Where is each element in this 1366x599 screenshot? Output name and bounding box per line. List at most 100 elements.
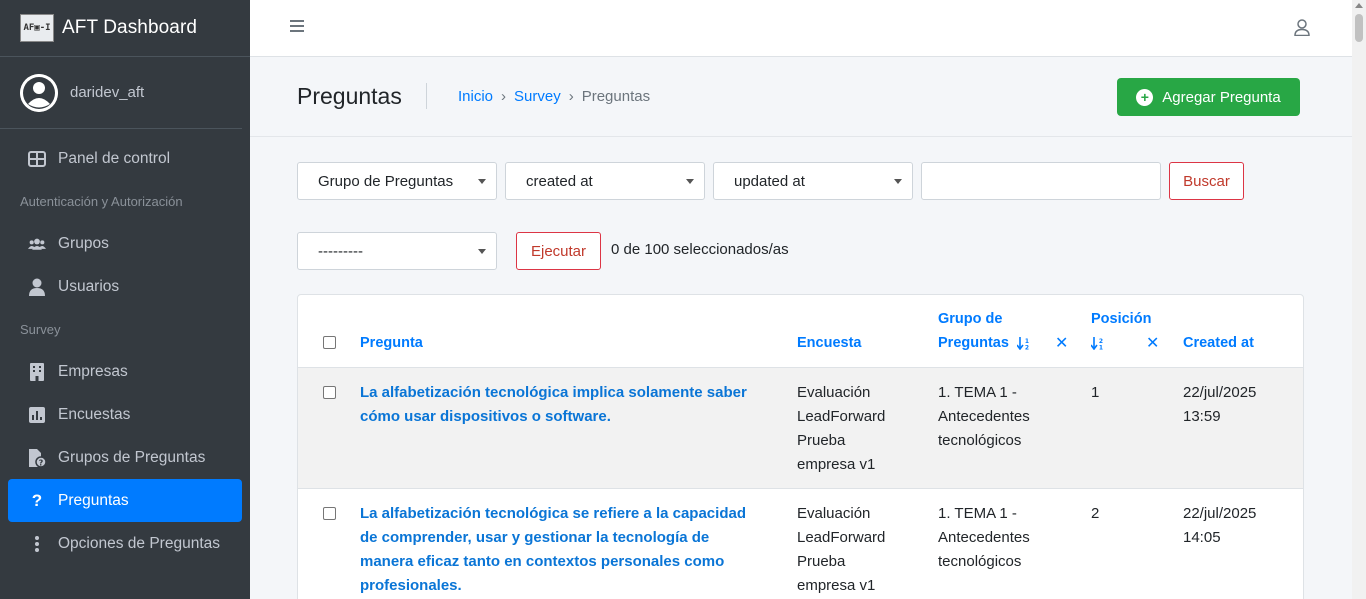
chevron-down-icon bbox=[894, 179, 902, 184]
header-grupo-line1[interactable]: Grupo de bbox=[938, 307, 1002, 331]
pregunta-line: profesionales. bbox=[360, 577, 462, 594]
search-input[interactable] bbox=[921, 162, 1161, 200]
table-header: Pregunta Encuesta Grupo de Preguntas 12 … bbox=[298, 295, 1303, 368]
dashboard-icon bbox=[28, 150, 46, 167]
brand[interactable]: AF▣-I AFT Dashboard bbox=[0, 0, 250, 57]
pregunta-line: de comprender, usar y gestionar la tecno… bbox=[360, 529, 710, 546]
vertical-dots-icon bbox=[28, 535, 46, 552]
grupo-line: 1. TEMA 1 - bbox=[938, 505, 1017, 522]
topbar bbox=[250, 0, 1352, 57]
chevron-down-icon bbox=[686, 179, 694, 184]
scroll-thumb[interactable] bbox=[1355, 14, 1363, 42]
menu-toggle-icon[interactable] bbox=[290, 20, 304, 34]
filter-updated-select[interactable]: updated at bbox=[713, 162, 913, 200]
grupo-cell: 1. TEMA 1 - Antecedentes tecnológicos bbox=[938, 502, 1030, 574]
add-pregunta-button[interactable]: + Agregar Pregunta bbox=[1117, 78, 1300, 116]
breadcrumb-current: Preguntas bbox=[581, 88, 651, 105]
pregunta-line: La alfabetización tecnológica se refiere… bbox=[360, 505, 746, 522]
page-title: Preguntas bbox=[297, 83, 402, 109]
breadcrumb-inicio[interactable]: Inicio bbox=[458, 88, 493, 105]
pregunta-line: cómo usar dispositivos o software. bbox=[360, 408, 611, 425]
row-checkbox[interactable] bbox=[323, 386, 336, 399]
header-grupo[interactable]: Preguntas 12 bbox=[938, 331, 1031, 355]
ejecutar-button[interactable]: Ejecutar bbox=[516, 232, 601, 270]
created-time: 13:59 bbox=[1183, 408, 1221, 425]
add-pregunta-label: Agregar Pregunta bbox=[1162, 88, 1281, 106]
page-scrollbar[interactable] bbox=[1352, 0, 1366, 599]
user-icon bbox=[28, 278, 46, 296]
sidebar-item-usuarios[interactable]: Usuarios bbox=[8, 265, 242, 308]
sidebar-item-label: Empresas bbox=[58, 362, 128, 380]
sidebar-item-label: Preguntas bbox=[58, 491, 129, 509]
encuesta-line: LeadForward bbox=[797, 408, 886, 425]
header-posicion-sort[interactable]: 21 bbox=[1091, 331, 1105, 355]
sidebar-item-label: Grupos bbox=[58, 234, 109, 252]
chart-icon bbox=[28, 406, 46, 423]
created-date: 22/jul/2025 bbox=[1183, 384, 1257, 401]
brand-logo: AF▣-I bbox=[20, 14, 54, 42]
building-icon bbox=[28, 362, 46, 381]
sidebar-item-panel-de-control[interactable]: Panel de control bbox=[8, 137, 242, 180]
encuesta-cell: Evaluación LeadForward Prueba empresa v1 bbox=[797, 381, 885, 477]
action-select[interactable]: --------- bbox=[297, 232, 497, 270]
users-icon bbox=[28, 236, 46, 252]
header-posicion[interactable]: Posición bbox=[1091, 307, 1151, 331]
user-name: daridev_aft bbox=[70, 84, 145, 101]
posicion-cell: 1 bbox=[1091, 384, 1100, 401]
svg-text:?: ? bbox=[39, 458, 44, 467]
filter-created-select[interactable]: created at bbox=[505, 162, 705, 200]
remove-sort-posicion-icon[interactable]: ✕ bbox=[1146, 333, 1159, 352]
sidebar-section-survey: Survey bbox=[20, 322, 61, 337]
sort-asc-icon: 21 bbox=[1091, 337, 1103, 351]
created-cell: 22/jul/2025 13:59 bbox=[1183, 381, 1256, 429]
user-panel[interactable]: daridev_aft bbox=[0, 57, 242, 129]
filter-grupo-value: Grupo de Preguntas bbox=[318, 172, 454, 190]
remove-sort-grupo-icon[interactable]: ✕ bbox=[1055, 333, 1068, 352]
svg-text:2: 2 bbox=[1025, 345, 1029, 351]
table-row: La alfabetización tecnológica implica so… bbox=[298, 368, 1303, 489]
encuesta-line: empresa v1 bbox=[797, 456, 876, 473]
sidebar-item-preguntas[interactable]: ? Preguntas bbox=[8, 479, 242, 522]
user-avatar-icon bbox=[20, 73, 58, 112]
sidebar-item-label: Opciones de Preguntas bbox=[58, 534, 220, 552]
breadcrumb-separator: › bbox=[501, 88, 507, 105]
plus-circle-icon: + bbox=[1136, 88, 1154, 106]
file-question-icon: ? bbox=[28, 448, 46, 467]
encuesta-cell: Evaluación LeadForward Prueba empresa v1 bbox=[797, 502, 885, 598]
header-grupo-line2: Preguntas bbox=[938, 335, 1009, 351]
breadcrumb-survey[interactable]: Survey bbox=[514, 88, 561, 105]
posicion-cell: 2 bbox=[1091, 505, 1100, 522]
row-checkbox[interactable] bbox=[323, 507, 336, 520]
created-date: 22/jul/2025 bbox=[1183, 505, 1257, 522]
scroll-up-icon[interactable] bbox=[1355, 3, 1363, 8]
breadcrumb-separator: › bbox=[568, 88, 574, 105]
grupo-line: Antecedentes bbox=[938, 529, 1030, 546]
sidebar-item-encuestas[interactable]: Encuestas bbox=[8, 393, 242, 436]
sidebar-item-grupos-de-preguntas[interactable]: ? Grupos de Preguntas bbox=[8, 436, 242, 479]
filter-grupo-select[interactable]: Grupo de Preguntas bbox=[297, 162, 497, 200]
header-created-at[interactable]: Created at bbox=[1183, 331, 1254, 355]
encuesta-line: LeadForward bbox=[797, 529, 886, 546]
sidebar-item-label: Usuarios bbox=[58, 277, 120, 295]
sidebar: AF▣-I AFT Dashboard daridev_aft Panel de… bbox=[0, 0, 250, 599]
encuesta-line: empresa v1 bbox=[797, 577, 876, 594]
header-encuesta[interactable]: Encuesta bbox=[797, 331, 861, 355]
created-cell: 22/jul/2025 14:05 bbox=[1183, 502, 1256, 550]
breadcrumb: Inicio › Survey › Preguntas bbox=[458, 88, 650, 105]
sidebar-nav: Panel de control Autenticación y Autoriz… bbox=[0, 129, 250, 565]
header-pregunta[interactable]: Pregunta bbox=[360, 331, 423, 355]
user-menu-icon[interactable] bbox=[1294, 19, 1310, 40]
buscar-button[interactable]: Buscar bbox=[1169, 162, 1244, 200]
sidebar-item-label: Encuestas bbox=[58, 405, 131, 423]
brand-name: AFT Dashboard bbox=[62, 17, 198, 38]
pregunta-link[interactable]: La alfabetización tecnológica se refiere… bbox=[360, 502, 746, 598]
chevron-down-icon bbox=[478, 179, 486, 184]
question-icon: ? bbox=[31, 490, 43, 510]
grupo-cell: 1. TEMA 1 - Antecedentes tecnológicos bbox=[938, 381, 1030, 453]
sidebar-item-empresas[interactable]: Empresas bbox=[8, 350, 242, 393]
select-all-checkbox[interactable] bbox=[323, 336, 336, 349]
pregunta-link[interactable]: La alfabetización tecnológica implica so… bbox=[360, 381, 747, 429]
sidebar-item-opciones-de-preguntas[interactable]: Opciones de Preguntas bbox=[8, 522, 242, 565]
sidebar-item-grupos[interactable]: Grupos bbox=[8, 222, 242, 265]
grupo-line: Antecedentes bbox=[938, 408, 1030, 425]
